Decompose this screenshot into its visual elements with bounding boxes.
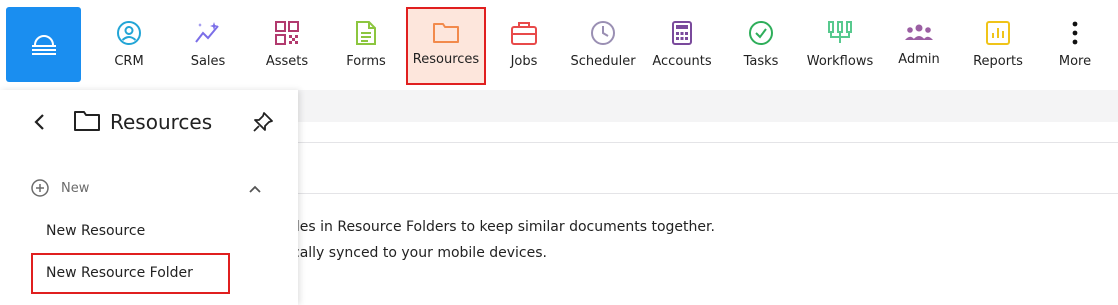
plus-circle-icon xyxy=(31,179,49,197)
nav-item-scheduler[interactable]: Scheduler xyxy=(563,8,643,84)
nav-label: Accounts xyxy=(652,54,712,69)
top-nav: CRM Sales Assets Forms Resources Jobs Sc… xyxy=(0,0,1118,90)
cloud-menu-icon xyxy=(31,34,56,55)
nav-label: CRM xyxy=(114,54,144,69)
nav-label: More xyxy=(1058,54,1092,69)
nav-item-forms[interactable]: Forms xyxy=(326,8,406,84)
nav-label: Scheduler xyxy=(570,54,636,69)
nav-item-assets[interactable]: Assets xyxy=(247,8,327,84)
nav-label: Sales xyxy=(190,54,226,69)
info-text: iles in Resource Folders to keep similar… xyxy=(292,219,715,235)
chevron-left-icon[interactable] xyxy=(30,112,50,132)
nav-item-crm[interactable]: CRM xyxy=(89,8,169,84)
nav-item-reports[interactable]: Reports xyxy=(958,8,1038,84)
nav-item-more[interactable]: More xyxy=(1035,8,1115,84)
section-label-new: New xyxy=(61,181,90,196)
calculator-icon xyxy=(672,21,692,45)
home-button[interactable] xyxy=(6,7,81,82)
briefcase-icon xyxy=(511,22,537,45)
nav-label: Assets xyxy=(265,54,309,69)
nav-label: Admin xyxy=(898,52,940,67)
check-circle-icon xyxy=(749,21,773,45)
sales-icon xyxy=(195,22,219,43)
nav-item-tasks[interactable]: Tasks xyxy=(721,8,801,84)
folder-icon xyxy=(433,23,459,43)
nav-item-jobs[interactable]: Jobs xyxy=(484,8,564,84)
nav-label: Jobs xyxy=(510,54,538,69)
forms-icon xyxy=(356,21,376,45)
panel-title: Resources xyxy=(110,110,213,134)
folder-icon xyxy=(74,111,100,131)
nav-item-sales[interactable]: Sales xyxy=(168,8,248,84)
clock-icon xyxy=(591,21,615,45)
assets-icon xyxy=(275,21,299,45)
nav-item-admin[interactable]: Admin xyxy=(879,8,959,84)
chart-icon xyxy=(986,21,1010,45)
info-text: cally synced to your mobile devices. xyxy=(292,245,547,261)
resources-panel: Resources New New Resource New Resource … xyxy=(0,90,298,305)
nav-label: Forms xyxy=(346,54,386,69)
crm-icon xyxy=(117,21,141,45)
nav-label: Workflows xyxy=(806,54,874,69)
users-icon xyxy=(905,24,933,40)
menu-item-new-resource-folder[interactable]: New Resource Folder xyxy=(46,265,193,281)
chevron-up-icon[interactable] xyxy=(247,181,263,197)
nav-item-resources[interactable]: Resources xyxy=(406,7,486,85)
nav-label: Tasks xyxy=(743,54,779,69)
nav-item-accounts[interactable]: Accounts xyxy=(642,8,722,84)
nav-label: Reports xyxy=(973,54,1023,69)
workflow-icon xyxy=(828,21,852,43)
nav-item-workflows[interactable]: Workflows xyxy=(800,8,880,84)
nav-label: Resources xyxy=(412,52,480,67)
pin-icon[interactable] xyxy=(252,111,274,133)
more-icon xyxy=(1072,21,1078,45)
menu-item-new-resource[interactable]: New Resource xyxy=(46,223,145,239)
